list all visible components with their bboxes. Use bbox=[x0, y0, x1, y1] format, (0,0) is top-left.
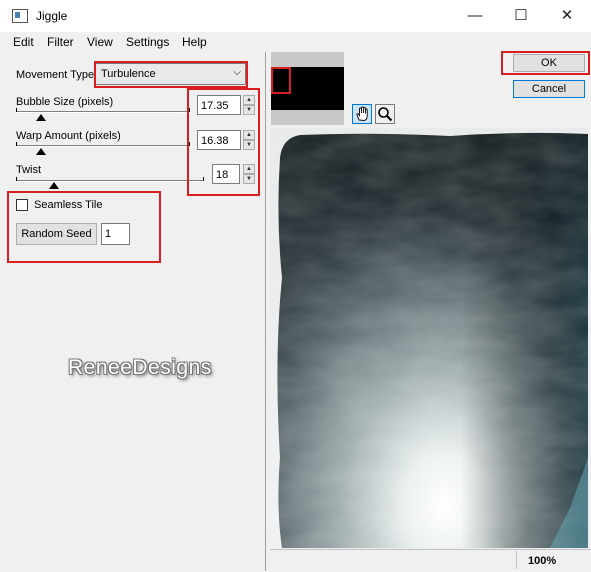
preview-render bbox=[270, 128, 588, 548]
menu-help[interactable]: Help bbox=[182, 35, 207, 49]
minimize-button[interactable]: — bbox=[452, 0, 498, 32]
close-button[interactable]: ✕ bbox=[544, 0, 590, 32]
menu-view[interactable]: View bbox=[87, 35, 113, 49]
preview-image[interactable] bbox=[270, 128, 588, 548]
highlight-seed bbox=[7, 191, 161, 263]
app-icon bbox=[12, 9, 28, 23]
tick bbox=[16, 177, 17, 181]
twist-slider-thumb[interactable] bbox=[49, 182, 59, 189]
zoom-level: 100% bbox=[528, 555, 557, 567]
tick bbox=[16, 142, 17, 146]
warp-amount-label: Warp Amount (pixels) bbox=[16, 130, 121, 142]
bubble-size-slider-thumb[interactable] bbox=[36, 114, 46, 121]
maximize-button[interactable]: ☐ bbox=[498, 0, 544, 32]
window-title: Jiggle bbox=[36, 9, 68, 23]
twist-track[interactable] bbox=[16, 180, 204, 182]
watermark-text: ReneeDesigns bbox=[68, 356, 212, 379]
pan-tool-button[interactable] bbox=[352, 104, 372, 124]
magnifier-icon bbox=[378, 107, 393, 122]
highlight-movement bbox=[94, 61, 248, 88]
bubble-size-track[interactable] bbox=[16, 111, 190, 113]
status-divider bbox=[516, 551, 517, 569]
warp-amount-slider-thumb[interactable] bbox=[36, 148, 46, 155]
movement-type-label: Movement Type bbox=[16, 69, 95, 81]
highlight-values bbox=[187, 88, 260, 196]
highlight-ok bbox=[501, 51, 590, 75]
tick bbox=[16, 108, 17, 112]
bubble-size-label: Bubble Size (pixels) bbox=[16, 96, 114, 108]
navigator-view-rect[interactable] bbox=[271, 67, 291, 94]
hand-icon bbox=[356, 106, 368, 121]
cancel-button[interactable]: Cancel bbox=[513, 80, 585, 98]
menu-settings[interactable]: Settings bbox=[126, 35, 169, 49]
zoom-tool-button[interactable] bbox=[375, 104, 395, 124]
warp-amount-track[interactable] bbox=[16, 145, 190, 147]
menu-edit[interactable]: Edit bbox=[13, 35, 34, 49]
menu-filter[interactable]: Filter bbox=[47, 35, 74, 49]
twist-label: Twist bbox=[16, 164, 42, 176]
